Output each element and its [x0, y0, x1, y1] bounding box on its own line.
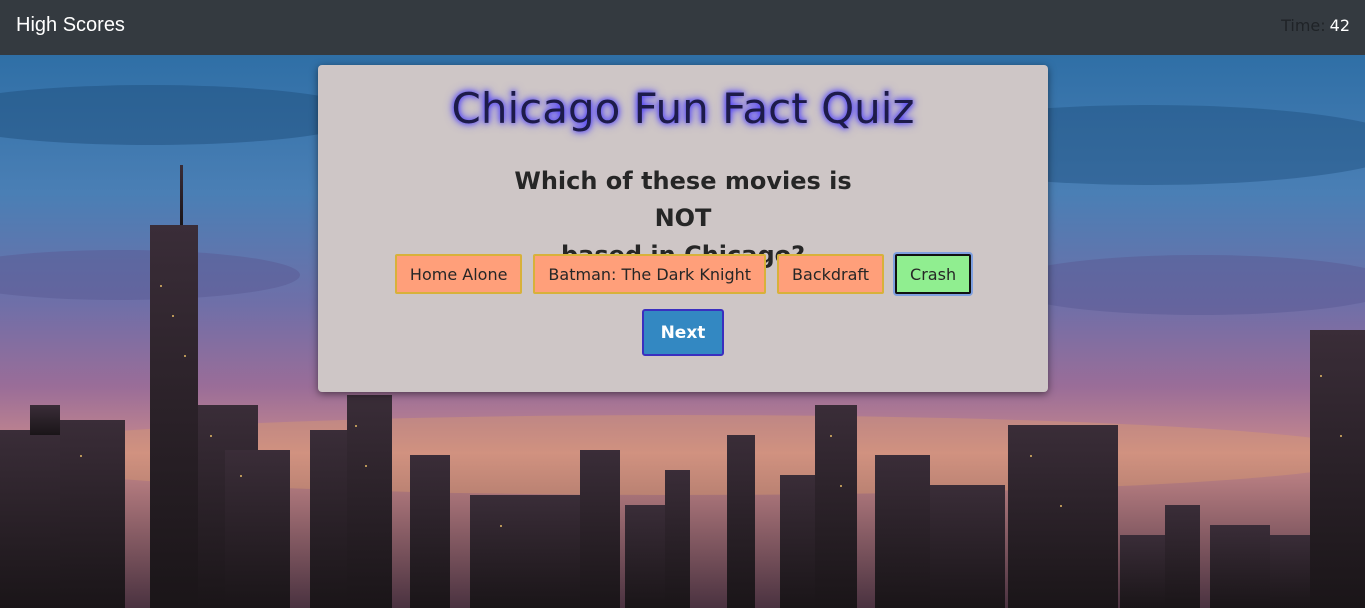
quiz-title: Chicago Fun Fact Quiz [451, 84, 915, 133]
answer-options: Home Alone Batman: The Dark Knight Backd… [318, 254, 1048, 294]
timer-label: Time: [1281, 16, 1326, 35]
answer-button-home-alone[interactable]: Home Alone [394, 254, 523, 294]
question-line: Which of these movies is NOT [514, 167, 852, 232]
next-button[interactable]: Next [642, 309, 724, 356]
answer-button-crash[interactable]: Crash [895, 254, 972, 294]
high-scores-link[interactable]: High Scores [16, 14, 125, 37]
quiz-card: Chicago Fun Fact Quiz Which of these mov… [318, 65, 1048, 392]
answer-button-batman-the-dark-knight[interactable]: Batman: The Dark Knight [533, 254, 767, 294]
answer-button-backdraft[interactable]: Backdraft [777, 254, 885, 294]
timer: Time: 42 [1281, 16, 1350, 35]
navbar: High Scores Time: 42 [0, 0, 1365, 55]
timer-value: 42 [1329, 16, 1350, 35]
